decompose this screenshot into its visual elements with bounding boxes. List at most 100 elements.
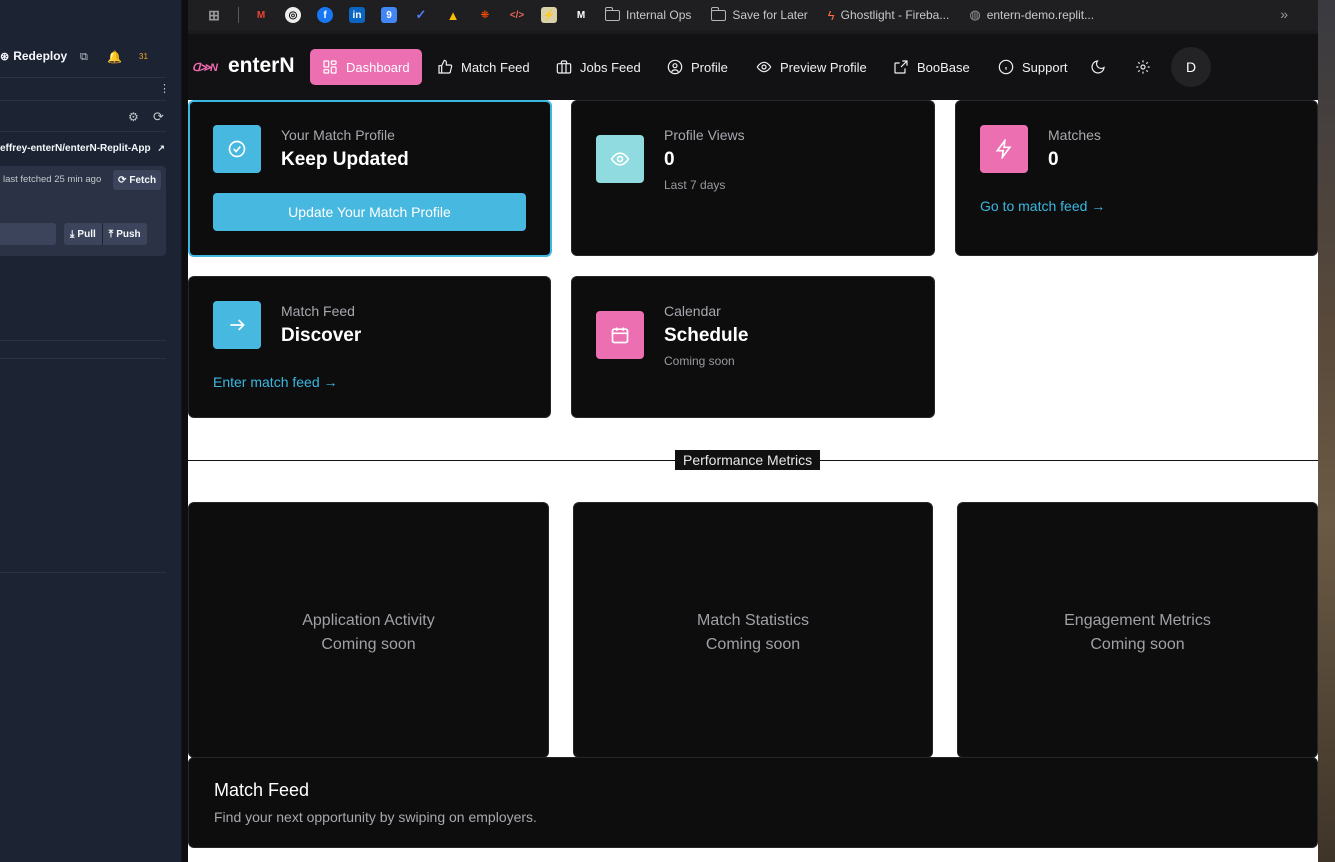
section-title: Match Feed [214,780,310,800]
pull-push-group: ⤓ Pull ⤒ Push [64,223,147,245]
arrow-right-icon [230,319,245,331]
user-avatar[interactable]: D [1171,47,1211,87]
metric-name: Engagement Metrics [1064,612,1211,629]
section-subtitle: Find your next opportunity by swiping on… [214,809,537,825]
bell-icon[interactable]: 🔔 [107,50,122,64]
moon-icon [1091,60,1105,74]
globe-icon: ◍ [969,7,981,22]
card-value: 0 [664,149,675,170]
deploy-icon: ⊛ [0,50,10,63]
bookmark-folder-save-for-later[interactable]: Save for Later [710,6,808,22]
nav-support[interactable]: Support [986,49,1080,85]
logo-icon: ᗡ≫N [192,62,218,74]
more-bookmarks-icon[interactable]: » [1280,6,1288,22]
card-sub: Coming soon [664,354,735,368]
refresh-icon[interactable]: ⟳ [153,109,164,125]
settings-button[interactable] [1130,54,1156,80]
fetch-button[interactable]: ⟳ Fetch [113,170,162,190]
info-icon [998,59,1014,75]
last-fetched-text: last fetched 25 min ago [3,174,102,185]
refresh-icon: ⟳ [118,174,127,186]
firebase-icon: ϟ [827,7,835,23]
nav-boobase[interactable]: BooBase [881,49,982,85]
bookmark-folder-internal-ops[interactable]: Internal Ops [604,6,691,22]
push-button[interactable]: ⤒ Push [101,223,147,245]
profile-views-card: Profile Views 0 Last 7 days [571,100,935,256]
metric-name: Match Statistics [696,612,810,629]
theme-toggle[interactable] [1085,54,1111,80]
card-label: Matches [1048,127,1101,143]
bookmark-entern-demo[interactable]: ◍ entern-demo.replit... [969,7,1094,23]
card-value: Schedule [664,325,749,346]
card-label: Match Feed [281,303,355,319]
linkedin-icon[interactable]: in [349,7,365,23]
eye-icon [756,61,772,73]
nav-preview-profile[interactable]: Preview Profile [744,49,879,85]
metric-status: Coming soon [1090,636,1185,653]
calendar-icon [611,327,629,344]
calendar-tile [596,311,644,359]
application-activity-card: Application Activity Coming soon [188,502,549,758]
card-label: Your Match Profile [281,127,395,143]
performance-metrics-title: Performance Metrics [675,450,821,470]
match-profile-tile [213,125,261,173]
dashboard-main: Your Match Profile Keep Updated Update Y… [188,100,1318,862]
background-window [1318,0,1335,862]
bookmark-ghostlight[interactable]: ϟ Ghostlight - Fireba... [828,8,950,23]
match-statistics-card: Match Statistics Coming soon [573,502,933,758]
match-feed-card: Match Feed Discover Enter match feed → [188,276,551,418]
app-navbar: ᗡ≫N enterN Dashboard Match Feed Jobs Fee… [188,34,1318,100]
bolt-bookmark-icon[interactable]: ⚡ [541,7,557,23]
matches-tile [980,125,1028,173]
copy-icon[interactable]: ⧉ [80,51,88,64]
gear-icon [1136,60,1150,74]
folder-icon [604,6,620,21]
match-profile-card: Your Match Profile Keep Updated Update Y… [188,100,552,257]
check-bookmark-icon[interactable]: ✓ [413,7,429,23]
commit-message-input[interactable] [0,223,56,245]
nav-jobs-feed[interactable]: Jobs Feed [544,49,653,85]
go-to-match-feed-link[interactable]: Go to match feed → [980,198,1105,214]
redeploy-button[interactable]: ⊛ Redeploy [0,49,67,63]
matches-card: Matches 0 Go to match feed → [955,100,1318,256]
code-icon[interactable]: </> [509,7,525,23]
chatgpt-icon[interactable]: ◎ [285,7,301,23]
facebook-icon[interactable]: f [317,7,333,23]
download-icon: ⤓ [70,228,75,240]
apps-grid-icon[interactable]: ⊞ [206,7,222,23]
drive-icon[interactable]: ▲ [445,7,461,23]
zapier-icon[interactable]: ⁜ [477,7,493,23]
enter-match-feed-link[interactable]: Enter match feed → [213,374,338,390]
external-link-icon [894,60,908,74]
eye-icon [610,152,630,166]
nav-dashboard[interactable]: Dashboard [310,49,422,85]
nav-match-feed[interactable]: Match Feed [425,49,542,85]
card-label: Calendar [664,303,721,319]
folder-icon [710,6,727,21]
gmail-icon[interactable]: M [253,7,269,23]
pull-button[interactable]: ⤓ Pull [64,223,102,245]
replit-git-panel: ⊛ Redeploy ⧉ 🔔 31 ⋮ ⚙ ⟳ effrey-enterN/en… [0,0,182,862]
external-link-icon: ↗ [157,143,165,153]
metric-name: Application Activity [302,612,435,629]
settings-icon[interactable]: ⚙ [128,110,139,124]
upload-icon: ⤒ [108,228,114,240]
update-match-profile-button[interactable]: Update Your Match Profile [213,193,526,231]
card-value: Keep Updated [281,149,409,170]
metric-status: Coming soon [705,636,801,653]
medium-icon[interactable]: M [573,7,589,23]
profile-views-tile [596,135,644,183]
card-value: 0 [1048,149,1059,170]
check-circle-icon [228,140,246,158]
card-sub: Last 7 days [664,178,726,192]
nav-profile[interactable]: Profile [655,49,740,85]
logo-text[interactable]: enterN [228,54,295,78]
repo-link[interactable]: effrey-enterN/enterN-Replit-App ↗ [0,143,165,154]
zap-icon [995,139,1012,159]
user-circle-icon [667,59,683,75]
briefcase-icon [556,60,572,74]
notification-badge[interactable]: 31 [139,52,148,61]
more-icon[interactable]: ⋮ [159,82,170,95]
calendar-bookmark-icon[interactable]: 9 [381,7,397,23]
match-feed-tile [213,301,261,349]
